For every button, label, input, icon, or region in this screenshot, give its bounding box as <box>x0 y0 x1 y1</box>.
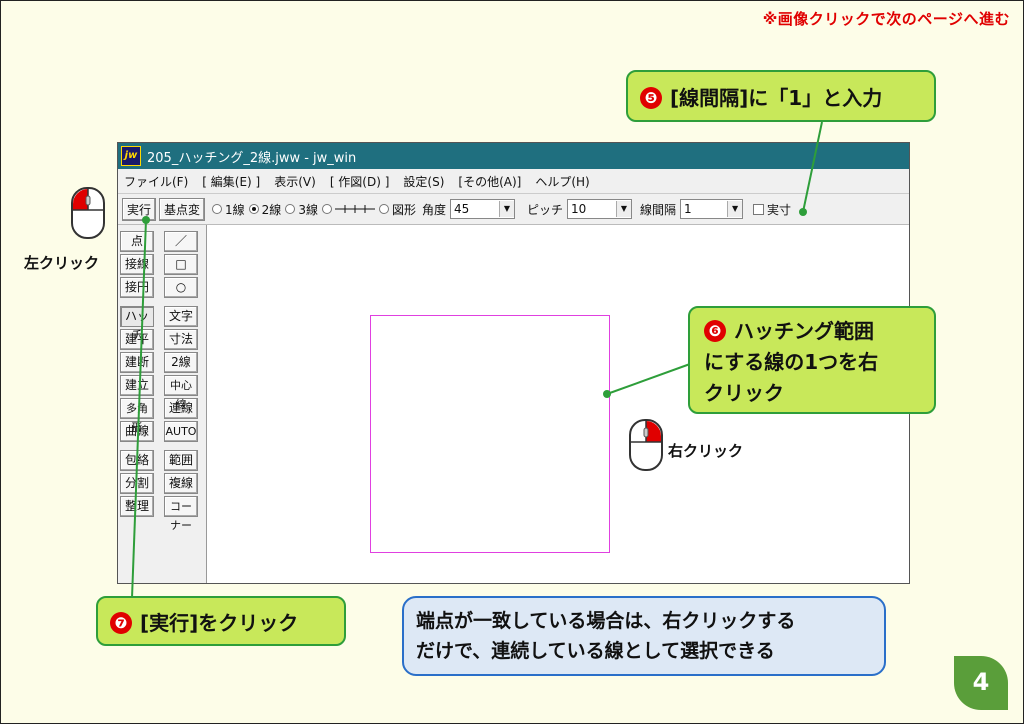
tool-circle[interactable]: ○ <box>164 277 198 298</box>
step-number-6: ❻ <box>704 320 726 342</box>
window-title: 205_ハッチング_2線.jww - jw_win <box>147 150 357 166</box>
actual-size-label: 実寸 <box>767 202 792 217</box>
angle-combo[interactable]: 45 ▼ <box>449 199 515 219</box>
actual-size-checkbox[interactable] <box>753 203 765 215</box>
tool-text[interactable]: 文字 <box>164 306 198 327</box>
radio-2line[interactable] <box>248 204 259 214</box>
tool-copy-line[interactable]: 複線 <box>164 473 198 494</box>
tool-dimension[interactable]: 寸法 <box>164 329 198 350</box>
tool-point[interactable]: 点 <box>120 231 154 252</box>
tool-column-2: ／ □ ○ 文字 寸法 2線 中心線 連線 AUTO 範囲 複線 コーナー <box>164 231 198 532</box>
tool-divide[interactable]: 分割 <box>120 473 154 494</box>
tool-building-section[interactable]: 建断 <box>120 352 154 373</box>
mouse-right-click-icon <box>629 419 663 471</box>
step-number-5: ❺ <box>640 87 662 109</box>
step5-text: [線間隔]に「1」と入力 <box>670 86 883 110</box>
page-number-badge[interactable]: 4 <box>954 656 1008 710</box>
tool-polygon[interactable]: 多角形 <box>120 398 154 434</box>
next-page-note[interactable]: ※画像クリックで次のページへ進む <box>763 8 1010 29</box>
tool-panel: 点 接線 接円 ハッチ 建平 建断 建立 多角形 曲線 包絡 分割 整理 ／ □… <box>118 225 206 583</box>
step6-line3: クリック <box>704 381 784 405</box>
pitch-combo[interactable]: 10 ▼ <box>567 199 632 219</box>
tool-continuous-line[interactable]: 連線 <box>164 398 198 419</box>
tool-tangent-line[interactable]: 接線 <box>120 254 154 275</box>
step6-line2: にする線の1つを右 <box>704 350 879 374</box>
jw-app-icon: jw <box>121 146 141 166</box>
tool-hatch[interactable]: ハッチ <box>120 306 154 342</box>
callout-step6: ❻ ハッチング範囲 にする線の1つを右 クリック <box>688 306 936 414</box>
radio-shape-label: 図形 <box>391 202 416 217</box>
execute-button[interactable]: 実行 <box>122 197 157 221</box>
menu-view[interactable]: 表示(V) <box>274 173 316 190</box>
angle-label: 角度 <box>421 202 446 217</box>
menu-help[interactable]: ヘルプ(H) <box>535 173 589 190</box>
radio-pattern[interactable] <box>321 204 332 214</box>
radio-1line[interactable] <box>212 204 223 214</box>
step7-text: [実行]をクリック <box>140 611 299 635</box>
menu-other[interactable]: [その他(A)] <box>458 173 521 190</box>
tool-building-plan[interactable]: 建平 <box>120 329 154 350</box>
menu-bar: ファイル(F) [ 編集(E) ] 表示(V) [ 作図(D) ] 設定(S) … <box>118 169 909 194</box>
radio-1line-label: 1線 <box>225 202 245 217</box>
radio-2line-label: 2線 <box>261 202 282 217</box>
tool-auto[interactable]: AUTO <box>164 421 198 442</box>
info-line2: だけで、連続している線として選択できる <box>416 640 775 662</box>
right-click-label: 右クリック <box>668 442 744 460</box>
radio-3line[interactable] <box>285 204 296 214</box>
page-number: 4 <box>972 668 990 696</box>
spacing-value: 1 <box>684 202 692 216</box>
menu-draw[interactable]: [ 作図(D) ] <box>330 173 390 190</box>
radio-shape[interactable] <box>378 204 389 214</box>
tool-double-line[interactable]: 2線 <box>164 352 198 373</box>
menu-settings[interactable]: 設定(S) <box>403 173 444 190</box>
chevron-down-icon[interactable]: ▼ <box>727 201 743 217</box>
tool-line[interactable]: ／ <box>164 231 198 252</box>
mouse-left-click-icon <box>71 187 105 239</box>
magenta-rectangle-shape[interactable] <box>370 315 610 553</box>
callout-step5: ❺ [線間隔]に「1」と入力 <box>626 70 936 122</box>
menu-file[interactable]: ファイル(F) <box>124 173 188 190</box>
tool-tangent-circle[interactable]: 接円 <box>120 277 154 298</box>
left-click-label: 左クリック <box>24 254 100 272</box>
step-number-7: ❼ <box>110 612 132 634</box>
tool-curve[interactable]: 曲線 <box>120 421 154 442</box>
tool-column-1: 点 接線 接円 ハッチ 建平 建断 建立 多角形 曲線 包絡 分割 整理 <box>120 231 154 519</box>
chevron-down-icon[interactable]: ▼ <box>616 201 631 217</box>
menu-edit[interactable]: [ 編集(E) ] <box>202 173 260 190</box>
tool-center-line[interactable]: 中心線 <box>164 375 198 411</box>
callout-step7: ❼ [実行]をクリック <box>96 596 346 646</box>
angle-value: 45 <box>453 202 470 216</box>
tool-envelope[interactable]: 包絡 <box>120 450 154 471</box>
tool-rectangle[interactable]: □ <box>164 254 198 275</box>
title-bar: jw 205_ハッチング_2線.jww - jw_win <box>118 143 909 169</box>
tool-arrange[interactable]: 整理 <box>120 496 154 517</box>
spacing-label: 線間隔 <box>640 202 677 217</box>
spacing-combo[interactable]: 1 ▼ <box>680 199 744 219</box>
tool-corner[interactable]: コーナー <box>164 496 198 532</box>
radio-3line-label: 3線 <box>298 202 318 217</box>
hatch-toolbar: 実行 基点変 1線 2線 3線 図形 角度 45 ▼ ピッチ 10 ▼ 線間隔 1 ▼… <box>118 194 909 225</box>
step6-line1: ハッチング範囲 <box>734 319 874 343</box>
info-box: 端点が一致している場合は、右クリックする だけで、連続している線として選択できる <box>402 596 886 676</box>
tool-building-elevation[interactable]: 建立 <box>120 375 154 396</box>
chevron-down-icon[interactable]: ▼ <box>498 201 514 217</box>
info-line1: 端点が一致している場合は、右クリックする <box>416 610 796 632</box>
pattern-icon <box>334 205 375 213</box>
pitch-value: 10 <box>571 202 587 216</box>
tool-range[interactable]: 範囲 <box>164 450 198 471</box>
base-change-button[interactable]: 基点変 <box>159 197 206 221</box>
pitch-label: ピッチ <box>526 202 563 217</box>
